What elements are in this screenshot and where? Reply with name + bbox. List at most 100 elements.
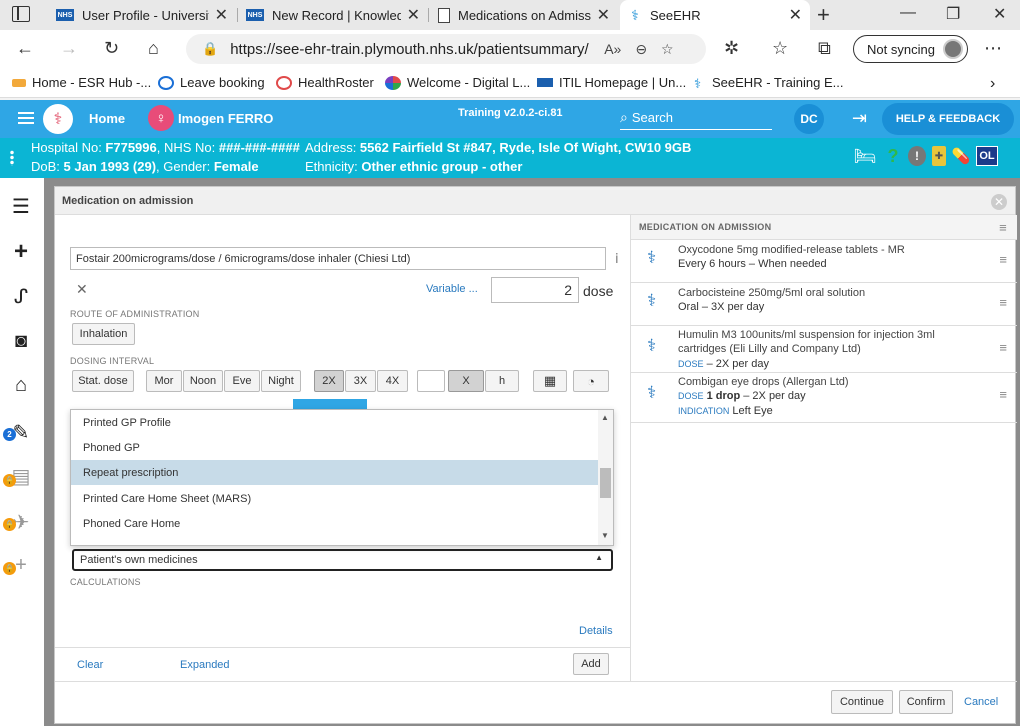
clipboard-icon[interactable]: ✚ <box>932 146 946 166</box>
dropdown-option-repeat-prescription[interactable]: Repeat prescription <box>71 460 598 485</box>
close-window-icon[interactable]: ✕ <box>993 4 1006 24</box>
item-menu-icon[interactable]: ≡ <box>999 387 1007 402</box>
times-x-button[interactable]: X <box>448 370 484 392</box>
close-tab-icon[interactable]: ✕ <box>215 5 228 25</box>
noon-button[interactable]: Noon <box>183 370 223 392</box>
clear-drug-icon[interactable]: ✕ <box>76 281 88 298</box>
drug-name-field[interactable]: Fostair 200micrograms/dose / 6micrograms… <box>70 247 606 270</box>
favorite-icon[interactable]: ☆ <box>661 41 674 58</box>
item-menu-icon[interactable]: ≡ <box>999 252 1007 267</box>
pill-icon[interactable]: 💊 <box>952 146 971 166</box>
night-button[interactable]: Night <box>261 370 301 392</box>
source-dropdown-list[interactable]: Printed GP Profile Phoned GP Repeat pres… <box>70 409 614 546</box>
clear-link[interactable]: Clear <box>77 659 103 671</box>
banner-expand-icon[interactable] <box>10 150 14 166</box>
question-icon[interactable]: ? <box>884 146 902 166</box>
route-inhalation-button[interactable]: Inhalation <box>72 323 135 345</box>
list-menu-icon[interactable]: ≡ <box>999 220 1007 235</box>
details-link[interactable]: Details <box>579 625 613 637</box>
camera-icon[interactable]: ◙ <box>8 330 34 356</box>
source-select[interactable]: Patient's own medicines ▲ <box>72 549 613 571</box>
house-plus-icon[interactable]: ⌂ <box>8 374 34 400</box>
dropdown-option-printed-care-home-sheet[interactable]: Printed Care Home Sheet (MARS) <box>71 486 598 511</box>
bookmark-digital-learning[interactable]: Welcome - Digital L... <box>385 75 530 90</box>
medication-item[interactable]: ⚕ Oxycodone 5mg modified-release tablets… <box>631 240 1017 283</box>
close-tab-icon[interactable]: ✕ <box>597 5 610 25</box>
browser-tab-seeehr[interactable]: ⚕ SeeEHR ✕ <box>620 0 810 30</box>
expanded-link[interactable]: Expanded <box>180 659 230 671</box>
medication-item[interactable]: ⚕ Carbocisteine 250mg/5ml oral solution … <box>631 283 1017 326</box>
restore-icon[interactable]: ❐ <box>946 4 960 24</box>
variable-link[interactable]: Variable ... <box>426 283 478 295</box>
info-icon[interactable]: ⅰ <box>615 251 619 267</box>
new-tab-icon[interactable]: + <box>817 2 830 28</box>
evening-button[interactable]: Eve <box>224 370 260 392</box>
bed-icon[interactable]: 🛏 <box>852 146 878 166</box>
medication-item[interactable]: ⚕ Combigan eye drops (Allergan Ltd) DOSE… <box>631 373 1017 423</box>
tab-actions-icon[interactable] <box>12 6 30 22</box>
home-link[interactable]: Home <box>89 111 125 126</box>
close-tab-icon[interactable]: ✕ <box>407 5 420 25</box>
medication-item[interactable]: ⚕ Humulin M3 100units/ml suspension for … <box>631 326 1017 373</box>
continue-button[interactable]: Continue <box>831 690 893 714</box>
scroll-up-icon[interactable]: ▲ <box>601 413 609 422</box>
custom-frequency-input[interactable] <box>417 370 445 392</box>
bookmarks-more-chevron-icon[interactable]: › <box>990 75 995 93</box>
cancel-link[interactable]: Cancel <box>964 696 998 708</box>
home-icon[interactable]: ⌂ <box>148 38 159 59</box>
hours-h-button[interactable]: h <box>485 370 519 392</box>
profile-sync-button[interactable]: Not syncing <box>853 35 968 63</box>
refresh-icon[interactable]: ↻ <box>104 38 119 59</box>
patient-name[interactable]: Imogen FERRO <box>178 111 273 126</box>
bookmark-esr-hub[interactable]: Home - ESR Hub -... <box>12 75 151 90</box>
lock-icon[interactable]: 🔒 <box>202 41 218 57</box>
dose-input[interactable]: 2 <box>491 277 579 303</box>
item-menu-icon[interactable]: ≡ <box>999 340 1007 355</box>
add-icon[interactable]: + <box>8 238 34 265</box>
dropdown-option-printed-gp-profile[interactable]: Printed GP Profile <box>71 410 598 435</box>
collections-icon[interactable]: ⧉ <box>818 38 831 59</box>
stethoscope-icon[interactable]: ᔑ <box>8 284 34 310</box>
add-button[interactable]: Add <box>573 653 609 675</box>
frequency-4x-button[interactable]: 4X <box>377 370 408 392</box>
item-menu-icon[interactable]: ≡ <box>999 295 1007 310</box>
list-icon[interactable]: ☰ <box>8 194 34 220</box>
ol-badge[interactable]: OL <box>976 146 998 166</box>
scroll-thumb[interactable] <box>600 468 611 498</box>
bookmark-itil[interactable]: ITIL Homepage | Un... <box>537 75 686 90</box>
browser-tab-user-profile[interactable]: NHS User Profile - University ✕ <box>48 0 236 30</box>
alert-icon[interactable]: ! <box>908 146 926 166</box>
dropdown-option-phoned-gp[interactable]: Phoned GP <box>71 435 598 460</box>
browser-tab-medications[interactable]: Medications on Admiss ✕ <box>430 0 618 30</box>
schedule-clock-icon[interactable]: ◔ <box>573 370 609 392</box>
more-icon[interactable]: ⋯ <box>984 38 1002 59</box>
read-aloud-icon[interactable]: A» <box>604 41 621 57</box>
morning-button[interactable]: Mor <box>146 370 182 392</box>
seeehr-logo-icon[interactable]: ⚕ <box>43 104 73 134</box>
logout-icon[interactable]: ⇥ <box>852 108 867 129</box>
dropdown-option-phoned-care-home[interactable]: Phoned Care Home <box>71 511 598 536</box>
scroll-down-icon[interactable]: ▼ <box>601 531 609 540</box>
url-field[interactable]: 🔒 https://see-ehr-train.plymouth.nhs.uk/… <box>186 34 706 64</box>
help-feedback-button[interactable]: HELP & FEEDBACK <box>882 103 1014 135</box>
bookmark-leave-booking[interactable]: Leave booking <box>158 75 265 90</box>
forward-icon[interactable]: → <box>60 38 78 59</box>
calendar-icon[interactable]: ▦ <box>533 370 567 392</box>
frequency-2x-button[interactable]: 2X <box>314 370 344 392</box>
search-field[interactable]: ⌕ Search <box>620 106 772 130</box>
minimize-icon[interactable]: — <box>900 4 916 22</box>
stat-dose-button[interactable]: Stat. dose <box>72 370 134 392</box>
menu-icon[interactable] <box>18 112 34 124</box>
close-modal-icon[interactable]: ✕ <box>991 194 1007 210</box>
browser-tab-new-record[interactable]: NHS New Record | Knowledg ✕ <box>238 0 428 30</box>
user-avatar[interactable]: DC <box>794 104 824 134</box>
frequency-3x-button[interactable]: 3X <box>345 370 376 392</box>
extensions-icon[interactable]: ✲ <box>724 38 739 59</box>
back-icon[interactable]: ← <box>16 38 34 59</box>
bookmark-healthroster[interactable]: HealthRoster <box>276 75 374 90</box>
dropdown-scrollbar[interactable]: ▲ ▼ <box>598 410 613 545</box>
confirm-button[interactable]: Confirm <box>899 690 953 714</box>
zoom-icon[interactable]: ⊖ <box>635 41 647 58</box>
close-tab-icon[interactable]: ✕ <box>789 5 802 25</box>
favorites-icon[interactable]: ☆ <box>772 38 788 59</box>
